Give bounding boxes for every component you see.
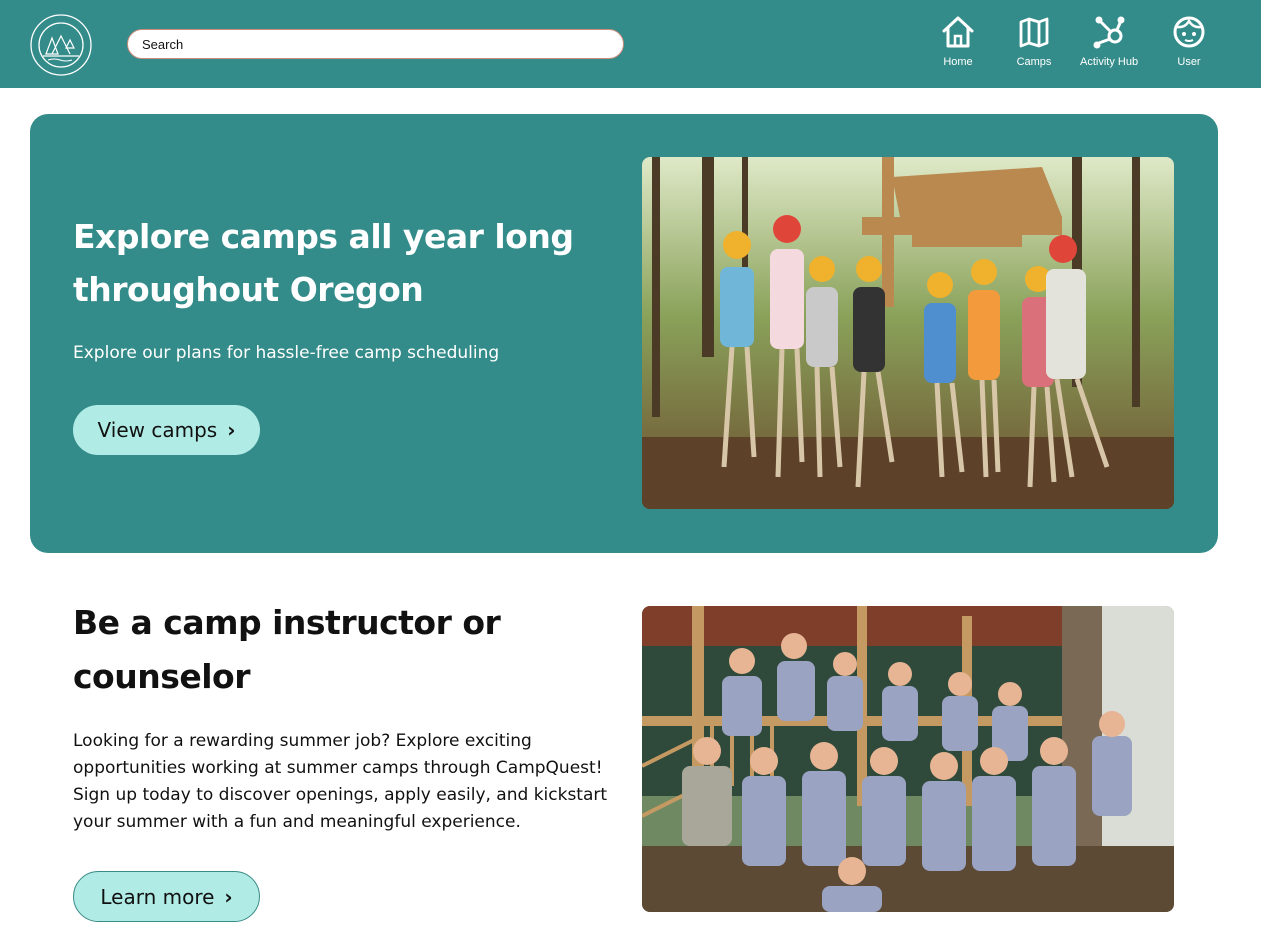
learn-more-button[interactable]: Learn more › — [73, 871, 260, 922]
hero-banner: Explore camps all year long throughout O… — [30, 114, 1218, 553]
chevron-right-icon: › — [227, 418, 236, 442]
view-camps-label: View camps — [97, 418, 218, 442]
user-icon — [1173, 16, 1205, 48]
nav-user[interactable]: User — [1171, 14, 1207, 68]
nav-home-label: Home — [943, 56, 973, 68]
learn-more-label: Learn more — [100, 884, 215, 909]
hero-campers-photo — [642, 157, 1174, 509]
home-icon — [942, 16, 974, 48]
nav-camps-label: Camps — [1016, 56, 1052, 68]
hub-icon — [1093, 16, 1125, 49]
hero-subtitle: Explore our plans for hassle-free camp s… — [73, 343, 500, 363]
map-icon — [1019, 17, 1049, 48]
nav-user-label: User — [1177, 56, 1201, 68]
search-input[interactable] — [127, 29, 624, 59]
instructor-section-title: Be a camp instructor or counselor — [73, 603, 501, 696]
counselors-group-photo — [642, 606, 1174, 912]
top-nav-bar: Home Camps Activity Hub User — [0, 0, 1261, 88]
instructor-section-body: Looking for a rewarding summer job? Expl… — [73, 731, 608, 832]
chevron-right-icon: › — [224, 884, 233, 909]
nav-activity-hub-label: Activity Hub — [1080, 56, 1139, 68]
nav-home[interactable]: Home — [940, 14, 976, 68]
campquest-logo[interactable] — [30, 14, 92, 76]
nav-activity-hub[interactable]: Activity Hub — [1080, 14, 1138, 68]
hero-title: Explore camps all year long throughout O… — [73, 217, 574, 309]
view-camps-button[interactable]: View camps › — [73, 405, 260, 455]
nav-camps[interactable]: Camps — [1016, 14, 1052, 68]
